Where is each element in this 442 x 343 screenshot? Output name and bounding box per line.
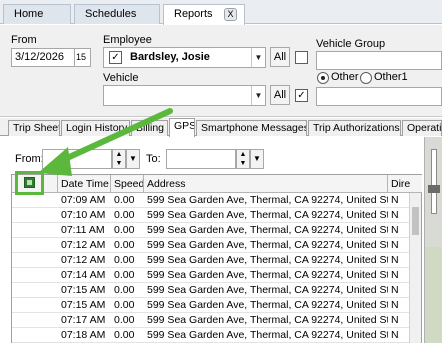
cell-speed: 0.00 xyxy=(114,284,135,296)
table-row[interactable]: 07:11 AM 0.00 599 Sea Garden Ave, Thermal,… xyxy=(12,223,410,238)
calendar-day: 15 xyxy=(76,52,87,62)
cell-direction: N xyxy=(391,239,399,251)
close-tab-icon[interactable]: X xyxy=(224,8,237,21)
cell-direction: N xyxy=(391,284,399,296)
from-label: From xyxy=(11,34,37,46)
radio-other[interactable] xyxy=(317,72,329,84)
cell-speed: 0.00 xyxy=(114,209,135,221)
cell-address: 599 Sea Garden Ave, Thermal, CA 92274, U… xyxy=(147,299,388,311)
cell-address: 599 Sea Garden Ave, Thermal, CA 92274, U… xyxy=(147,209,388,221)
cell-speed: 0.00 xyxy=(114,269,135,281)
cell-date-time: 07:15 AM xyxy=(61,299,106,311)
table-row[interactable]: 07:10 AM 0.00 599 Sea Garden Ave, Thermal,… xyxy=(12,208,410,223)
from-date-input[interactable]: 3/12/2026 xyxy=(11,48,75,67)
top-tab-bar: Home Schedules Reports X xyxy=(0,0,442,25)
cell-direction: N xyxy=(391,329,399,341)
chevron-down-icon[interactable]: ▼ xyxy=(251,86,265,105)
vehicle-group-combo[interactable] xyxy=(316,51,442,70)
arrow-head xyxy=(38,147,72,176)
cell-date-time: 07:15 AM xyxy=(61,284,106,296)
map-panel[interactable] xyxy=(424,137,442,343)
cell-speed: 0.00 xyxy=(114,299,135,311)
cell-address: 599 Sea Garden Ave, Thermal, CA 92274, U… xyxy=(147,239,388,251)
range-to-spinner[interactable]: ▲ ▼ xyxy=(236,149,250,169)
tab-home[interactable]: Home xyxy=(3,4,71,24)
table-row[interactable]: 07:09 AM 0.00 599 Sea Garden Ave, Thermal,… xyxy=(12,193,410,208)
cell-direction: N xyxy=(391,299,399,311)
column-direction[interactable]: Dire xyxy=(388,175,422,193)
arrow-shaft xyxy=(51,108,173,167)
cell-address: 599 Sea Garden Ave, Thermal, CA 92274, U… xyxy=(147,254,388,266)
cell-speed: 0.00 xyxy=(114,314,135,326)
vehicle-label: Vehicle xyxy=(103,72,139,84)
tab-trip-authorizations[interactable]: Trip Authorizations xyxy=(308,120,401,136)
cell-address: 599 Sea Garden Ave, Thermal, CA 92274, U… xyxy=(147,329,388,341)
grid-scrollbar[interactable] xyxy=(409,193,421,343)
radio-other1-label: Other1 xyxy=(374,71,408,83)
cell-direction: N xyxy=(391,254,399,266)
tab-reports[interactable]: Reports X xyxy=(163,4,245,25)
table-row[interactable]: 07:12 AM 0.00 599 Sea Garden Ave, Thermal,… xyxy=(12,238,410,253)
employee-label: Employee xyxy=(103,34,152,46)
cell-address: 599 Sea Garden Ave, Thermal, CA 92274, U… xyxy=(147,194,388,206)
cell-date-time: 07:10 AM xyxy=(61,209,106,221)
cell-direction: N xyxy=(391,194,399,206)
table-row[interactable]: 07:15 AM 0.00 599 Sea Garden Ave, Thermal,… xyxy=(12,283,410,298)
chevron-down-icon[interactable]: ▼ xyxy=(251,48,265,67)
scrollbar-thumb[interactable] xyxy=(412,207,419,235)
cell-date-time: 07:14 AM xyxy=(61,269,106,281)
radio-other1[interactable] xyxy=(360,72,372,84)
cell-address: 599 Sea Garden Ave, Thermal, CA 92274, U… xyxy=(147,314,388,326)
table-row[interactable]: 07:12 AM 0.00 599 Sea Garden Ave, Thermal,… xyxy=(12,253,410,268)
tab-smartphone-messages[interactable]: Smartphone Messages xyxy=(196,120,307,136)
cell-speed: 0.00 xyxy=(114,224,135,236)
zoom-slider-handle[interactable] xyxy=(428,185,440,193)
tab-reports-label: Reports xyxy=(174,8,213,20)
employee-all-button[interactable]: All xyxy=(270,47,290,67)
cell-speed: 0.00 xyxy=(114,329,135,341)
zoom-slider[interactable] xyxy=(431,149,437,214)
cell-date-time: 07:17 AM xyxy=(61,314,106,326)
table-row[interactable]: 07:14 AM 0.00 599 Sea Garden Ave, Thermal,… xyxy=(12,268,410,283)
cell-address: 599 Sea Garden Ave, Thermal, CA 92274, U… xyxy=(147,224,388,236)
employee-checkbox[interactable]: ✓ xyxy=(109,51,122,64)
cell-speed: 0.00 xyxy=(114,239,135,251)
tab-operations[interactable]: Operati xyxy=(402,120,442,136)
table-row[interactable]: 07:17 AM 0.00 599 Sea Garden Ave, Thermal,… xyxy=(12,313,410,328)
cell-speed: 0.00 xyxy=(114,194,135,206)
cell-date-time: 07:12 AM xyxy=(61,254,106,266)
employee-value: Bardsley, Josie xyxy=(130,51,210,63)
cell-date-time: 07:09 AM xyxy=(61,194,106,206)
range-to-dropdown-icon[interactable]: ▼ xyxy=(250,149,264,169)
table-row[interactable]: 07:18 AM 0.00 599 Sea Garden Ave, Thermal,… xyxy=(12,328,410,343)
annotation-arrow xyxy=(38,108,173,176)
vehicle-combo[interactable]: ▼ xyxy=(103,85,266,106)
cell-direction: N xyxy=(391,224,399,236)
vehicle-group-checkbox[interactable] xyxy=(295,51,308,64)
column-address[interactable]: Address xyxy=(144,175,388,193)
cell-speed: 0.00 xyxy=(114,254,135,266)
other-combo[interactable] xyxy=(316,87,442,106)
table-row[interactable]: 07:15 AM 0.00 599 Sea Garden Ave, Thermal,… xyxy=(12,298,410,313)
tab-home-label: Home xyxy=(14,8,44,20)
tab-schedules-label: Schedules xyxy=(85,8,137,20)
cell-date-time: 07:11 AM xyxy=(61,224,105,236)
cell-date-time: 07:12 AM xyxy=(61,239,106,251)
cell-direction: N xyxy=(391,269,399,281)
cell-address: 599 Sea Garden Ave, Thermal, CA 92274, U… xyxy=(147,284,388,296)
calendar-icon[interactable]: 15 xyxy=(74,48,91,67)
cell-address: 599 Sea Garden Ave, Thermal, CA 92274, U… xyxy=(147,269,388,281)
employee-combo[interactable]: ✓ Bardsley, Josie ▼ xyxy=(103,47,266,68)
gps-grid: Date Time Speed Address Dire 07:09 AM 0.0… xyxy=(11,174,422,343)
map-tiles xyxy=(425,247,442,343)
vehicle-all-checkbox[interactable]: ✓ xyxy=(295,89,308,102)
cell-direction: N xyxy=(391,314,399,326)
filter-panel: From 3/12/2026 15 Employee ✓ Bardsley, J… xyxy=(0,25,442,117)
cell-direction: N xyxy=(391,209,399,221)
radio-other-label: Other xyxy=(331,71,359,83)
vehicle-group-label: Vehicle Group xyxy=(316,38,386,50)
tab-schedules[interactable]: Schedules xyxy=(74,4,160,24)
vehicle-all-button[interactable]: All xyxy=(270,85,290,105)
cell-date-time: 07:18 AM xyxy=(61,329,106,341)
